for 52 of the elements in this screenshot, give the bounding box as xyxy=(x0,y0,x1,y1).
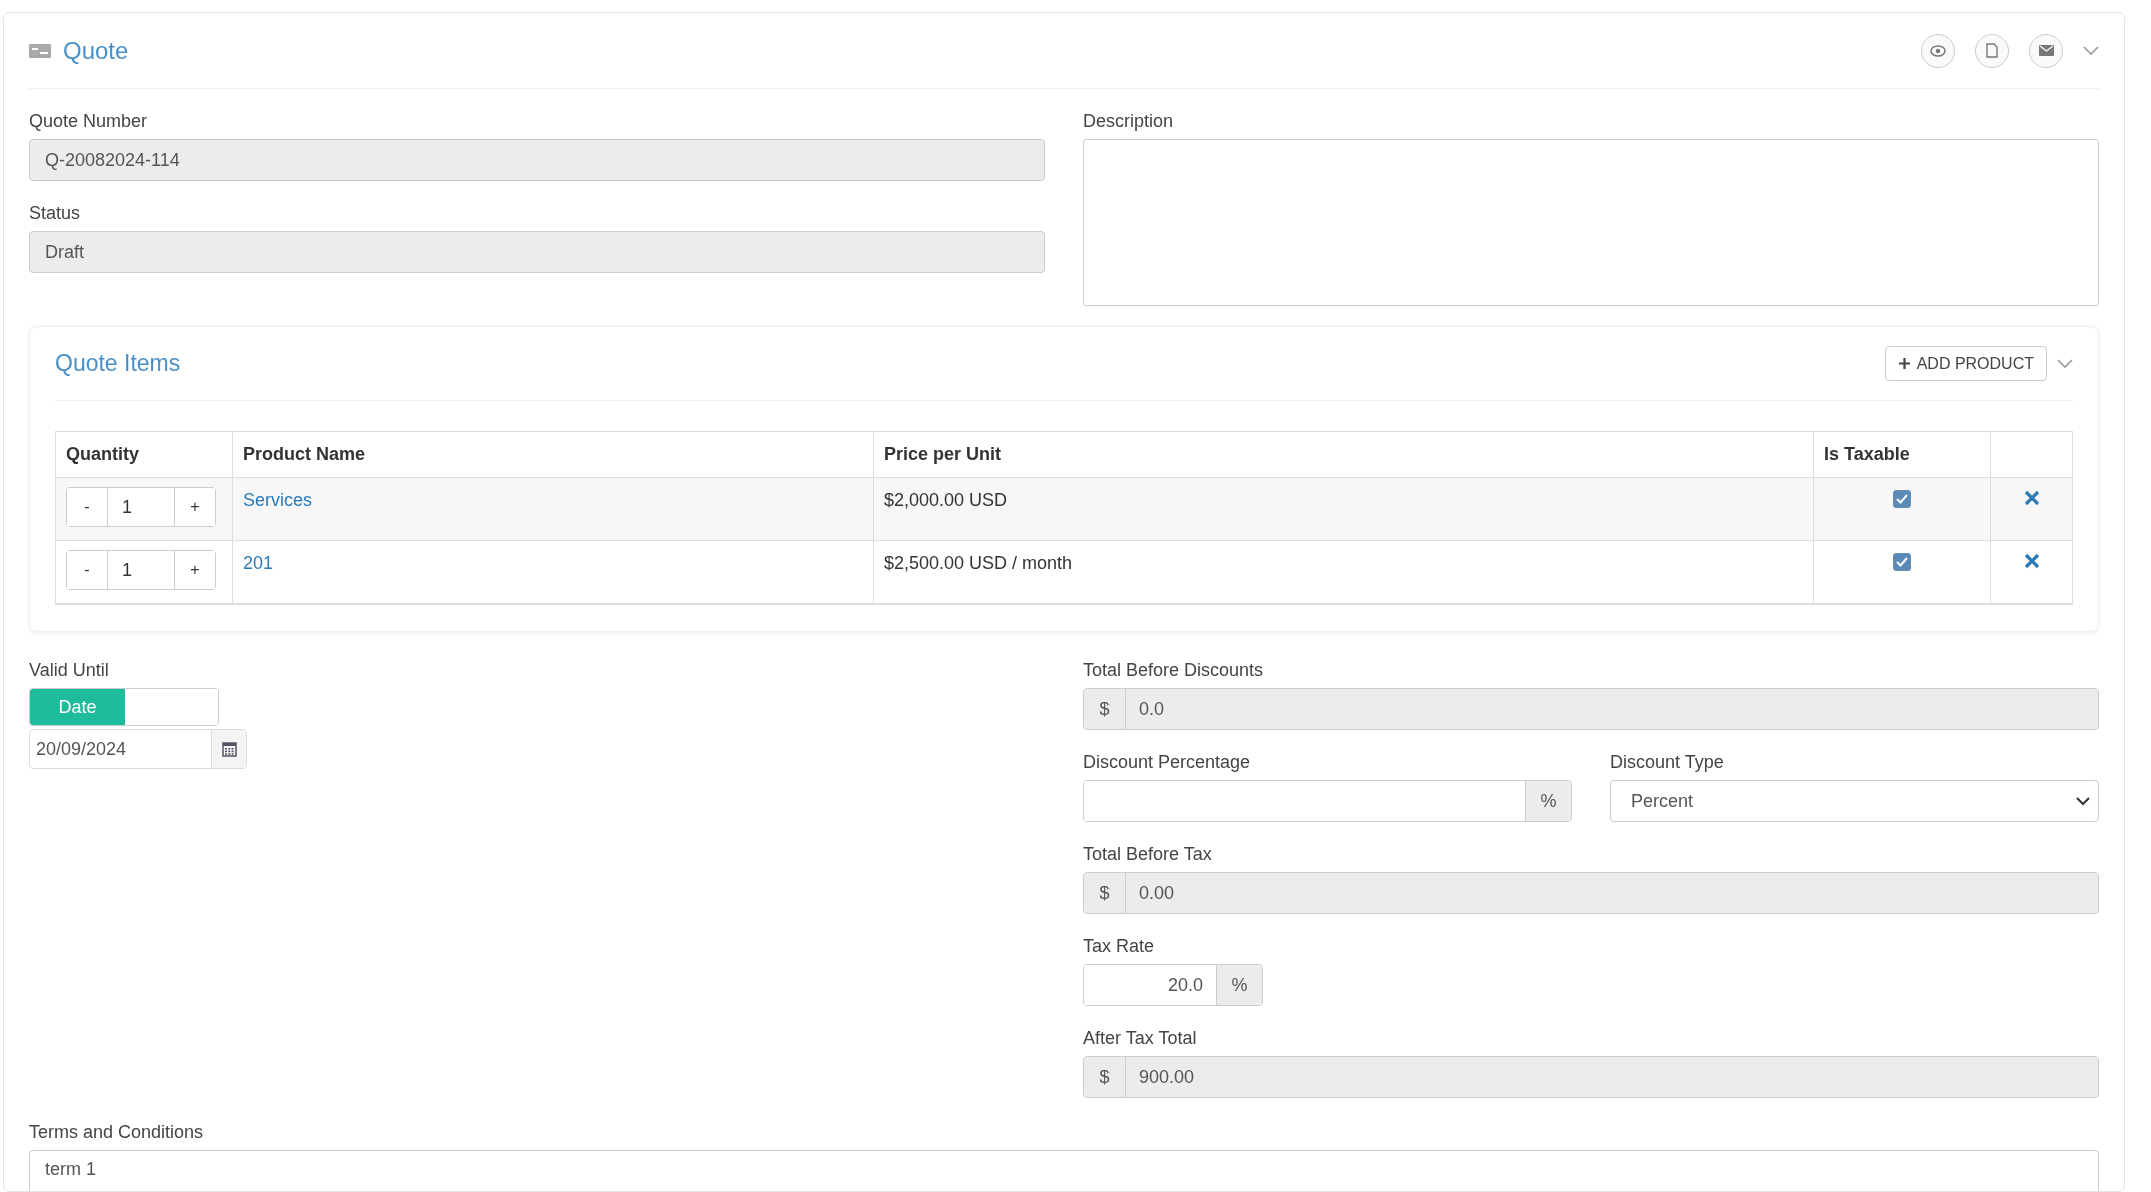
price-cell: $2,500.00 USD / month xyxy=(874,541,1814,604)
percent-addon: % xyxy=(1525,781,1571,821)
delete-icon[interactable] xyxy=(2023,553,2040,569)
amount-field[interactable]: $ 0.00 xyxy=(1083,872,2099,914)
field-label: Status xyxy=(29,203,82,224)
percent-addon: % xyxy=(1216,965,1262,1005)
quantity-stepper[interactable]: - 1 + xyxy=(66,487,216,527)
date-field[interactable]: 20/09/2024 xyxy=(29,729,247,769)
field-label: Discount Type xyxy=(1610,752,1725,773)
field-label: Terms and Conditions xyxy=(29,1122,205,1143)
price-cell: $2,000.00 USD xyxy=(874,478,1814,541)
calendar-icon[interactable] xyxy=(211,730,246,768)
plus-icon xyxy=(1897,357,1911,370)
chevron-down-icon xyxy=(2076,796,2090,806)
panel-title: Quote Items xyxy=(55,350,182,377)
add-product-button[interactable]: ADD PRODUCT xyxy=(1884,346,2047,381)
chevron-down-icon[interactable] xyxy=(2057,358,2073,369)
chevron-down-icon[interactable] xyxy=(2083,45,2099,56)
field-label: Tax Rate xyxy=(1083,936,1156,957)
field-label: Discount Percentage xyxy=(1083,752,1252,773)
delete-icon[interactable] xyxy=(2023,490,2040,506)
product-link[interactable]: 201 xyxy=(243,553,274,573)
currency-addon: $ xyxy=(1084,1057,1126,1097)
field-label: Total Before Tax xyxy=(1083,844,1213,865)
field-label: Quote Number xyxy=(29,111,149,132)
document-icon xyxy=(1986,43,1998,58)
discount-percentage-field[interactable]: % xyxy=(1083,780,1572,822)
field-label: Description xyxy=(1083,111,1175,132)
product-link[interactable]: Services xyxy=(243,490,313,510)
amount-field[interactable]: $ 0.0 xyxy=(1083,688,2099,730)
preview-button[interactable] xyxy=(1921,33,1955,68)
taxable-checkbox[interactable] xyxy=(1893,553,1911,571)
pdf-button[interactable] xyxy=(1975,33,2009,68)
email-button[interactable] xyxy=(2029,33,2063,68)
amount-field[interactable]: $ 900.00 xyxy=(1083,1056,2099,1098)
field-label: Valid Until xyxy=(29,660,110,681)
status-field[interactable]: Draft xyxy=(29,231,1045,273)
currency-addon: $ xyxy=(1084,873,1126,913)
card-icon xyxy=(29,43,51,58)
terms-field[interactable]: term 1 xyxy=(29,1150,2099,1191)
quantity-stepper[interactable]: - 1 + xyxy=(66,550,216,590)
taxable-checkbox[interactable] xyxy=(1893,490,1911,508)
field-label: After Tax Total xyxy=(1083,1028,1198,1049)
envelope-icon xyxy=(2038,45,2054,56)
description-field[interactable] xyxy=(1083,139,2099,306)
card-title: Quote xyxy=(63,36,130,65)
discount-type-select[interactable]: Percent xyxy=(1610,780,2099,822)
eye-icon xyxy=(1930,44,1946,57)
tax-rate-field[interactable]: 20.0 % xyxy=(1083,964,1263,1006)
field-label: Total Before Discounts xyxy=(1083,660,1265,681)
currency-addon: $ xyxy=(1084,689,1126,729)
quote-number-field[interactable]: Q-20082024-114 xyxy=(29,139,1045,181)
